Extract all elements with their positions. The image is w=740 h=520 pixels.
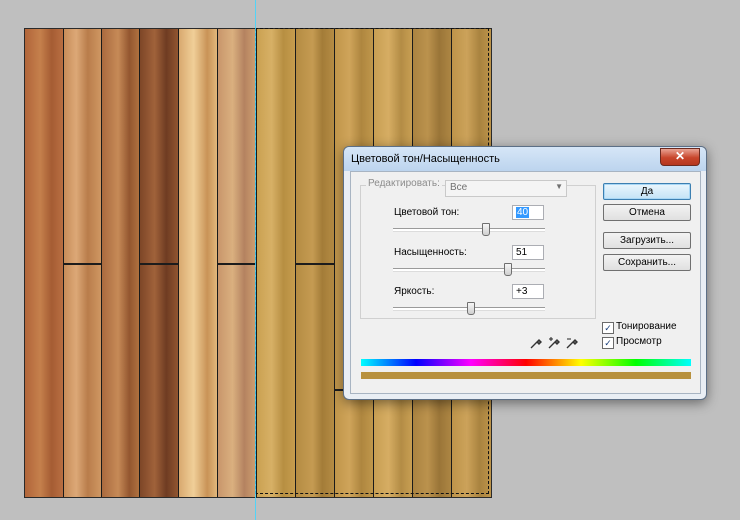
save-button[interactable]: Сохранить... bbox=[603, 254, 691, 271]
hue-label: Цветовой тон: bbox=[394, 207, 460, 218]
hue-input[interactable]: 40 bbox=[512, 205, 544, 220]
hue-slider-thumb[interactable] bbox=[481, 223, 490, 236]
lightness-slider-thumb[interactable] bbox=[467, 302, 476, 315]
edit-label: Редактировать: bbox=[366, 178, 442, 189]
ok-button[interactable]: Да bbox=[603, 183, 691, 200]
dialog-title: Цветовой тон/Насыщенность bbox=[351, 153, 500, 165]
colorize-checkbox[interactable]: ✓ bbox=[602, 322, 614, 334]
saturation-slider-thumb[interactable] bbox=[503, 263, 512, 276]
checkmark-icon: ✓ bbox=[604, 323, 612, 333]
saturation-input[interactable]: 51 bbox=[512, 245, 544, 260]
plank bbox=[25, 29, 63, 497]
lightness-value: +3 bbox=[516, 286, 528, 297]
colorize-label: Тонирование bbox=[616, 321, 677, 332]
hue-slider-track[interactable] bbox=[393, 228, 545, 232]
plank-joint bbox=[217, 263, 256, 265]
adjustment-group: Редактировать: Все ▼ Цветовой тон: 40 На… bbox=[360, 178, 596, 319]
input-color-spectrum bbox=[361, 359, 691, 366]
saturation-slider-track[interactable] bbox=[393, 268, 545, 272]
lightness-input[interactable]: +3 bbox=[512, 284, 544, 299]
load-button[interactable]: Загрузить... bbox=[603, 232, 691, 249]
plank-divider bbox=[178, 29, 179, 497]
dialog-titlebar[interactable]: Цветовой тон/Насыщенность ✕ bbox=[344, 147, 706, 171]
edit-channel-value: Все bbox=[450, 182, 468, 193]
eyedropper-icon[interactable] bbox=[529, 336, 543, 350]
saturation-label: Насыщенность: bbox=[394, 247, 467, 258]
preview-label: Просмотр bbox=[616, 336, 662, 347]
close-button[interactable]: ✕ bbox=[660, 148, 700, 166]
hue-value: 40 bbox=[516, 207, 530, 218]
lightness-label: Яркость: bbox=[394, 286, 435, 297]
eyedropper-plus-icon[interactable] bbox=[547, 336, 561, 350]
edit-channel-select[interactable]: Все ▼ bbox=[445, 180, 567, 197]
saturation-value: 51 bbox=[516, 247, 528, 258]
plank bbox=[178, 29, 217, 497]
plank-joint bbox=[139, 263, 178, 265]
cancel-button[interactable]: Отмена bbox=[603, 204, 691, 221]
output-color-bar bbox=[361, 372, 691, 379]
checkmark-icon: ✓ bbox=[604, 338, 612, 348]
chevron-down-icon: ▼ bbox=[555, 182, 563, 191]
close-icon: ✕ bbox=[674, 149, 686, 163]
guide-line[interactable] bbox=[255, 0, 256, 520]
dialog-client-area: Редактировать: Все ▼ Цветовой тон: 40 На… bbox=[350, 171, 701, 394]
eyedropper-minus-icon[interactable] bbox=[565, 336, 579, 350]
plank bbox=[101, 29, 139, 497]
hue-saturation-dialog: Цветовой тон/Насыщенность ✕ Редактироват… bbox=[343, 146, 707, 400]
preview-checkbox[interactable]: ✓ bbox=[602, 337, 614, 349]
plank-joint bbox=[63, 263, 101, 265]
plank-divider bbox=[101, 29, 102, 497]
